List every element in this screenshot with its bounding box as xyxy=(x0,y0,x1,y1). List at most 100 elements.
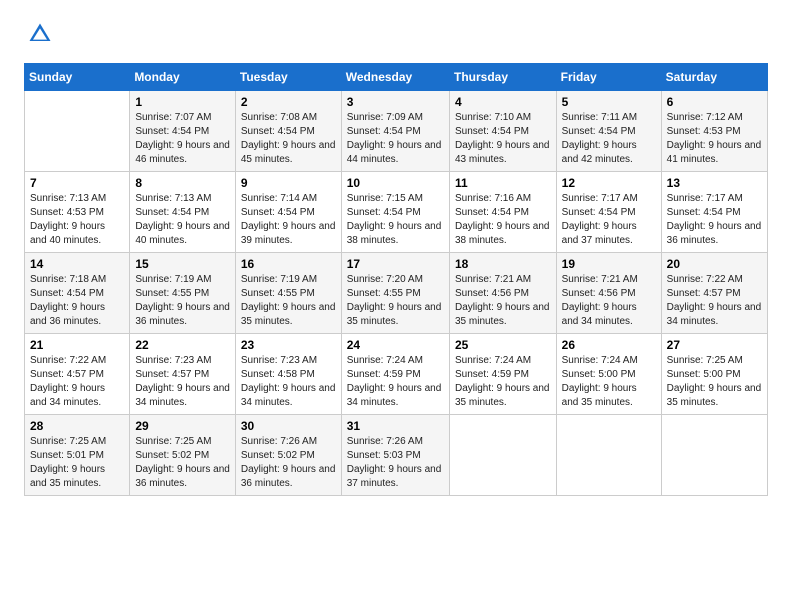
calendar-body: 1 Sunrise: 7:07 AM Sunset: 4:54 PM Daylig… xyxy=(25,91,768,496)
cell-day-number: 21 xyxy=(30,338,124,352)
calendar-cell: 3 Sunrise: 7:09 AM Sunset: 4:54 PM Daylig… xyxy=(341,91,449,172)
cell-day-number: 23 xyxy=(241,338,336,352)
calendar-cell xyxy=(25,91,130,172)
cell-info: Sunrise: 7:26 AM Sunset: 5:03 PM Dayligh… xyxy=(347,435,444,491)
cell-day-number: 6 xyxy=(667,95,762,109)
cell-day-number: 5 xyxy=(562,95,656,109)
cell-day-number: 22 xyxy=(135,338,230,352)
calendar-cell: 4 Sunrise: 7:10 AM Sunset: 4:54 PM Daylig… xyxy=(449,91,556,172)
cell-info: Sunrise: 7:07 AM Sunset: 4:54 PM Dayligh… xyxy=(135,111,230,167)
cell-info: Sunrise: 7:25 AM Sunset: 5:01 PM Dayligh… xyxy=(30,435,124,491)
calendar-cell: 19 Sunrise: 7:21 AM Sunset: 4:56 PM Dayli… xyxy=(556,253,661,334)
calendar-row-0: 1 Sunrise: 7:07 AM Sunset: 4:54 PM Daylig… xyxy=(25,91,768,172)
cell-info: Sunrise: 7:10 AM Sunset: 4:54 PM Dayligh… xyxy=(455,111,551,167)
cell-day-number: 15 xyxy=(135,257,230,271)
calendar-table: SundayMondayTuesdayWednesdayThursdayFrid… xyxy=(24,63,768,496)
cell-info: Sunrise: 7:13 AM Sunset: 4:53 PM Dayligh… xyxy=(30,192,124,248)
cell-info: Sunrise: 7:20 AM Sunset: 4:55 PM Dayligh… xyxy=(347,273,444,329)
calendar-cell: 15 Sunrise: 7:19 AM Sunset: 4:55 PM Dayli… xyxy=(130,253,236,334)
calendar-row-1: 7Sunrise: 7:13 AM Sunset: 4:53 PM Daylig… xyxy=(25,172,768,253)
calendar-cell: 25 Sunrise: 7:24 AM Sunset: 4:59 PM Dayli… xyxy=(449,334,556,415)
cell-info: Sunrise: 7:22 AM Sunset: 4:57 PM Dayligh… xyxy=(667,273,762,329)
cell-info: Sunrise: 7:19 AM Sunset: 4:55 PM Dayligh… xyxy=(241,273,336,329)
cell-day-number: 31 xyxy=(347,419,444,433)
calendar-cell: 10 Sunrise: 7:15 AM Sunset: 4:54 PM Dayli… xyxy=(341,172,449,253)
logo xyxy=(24,20,56,53)
calendar-row-2: 14Sunrise: 7:18 AM Sunset: 4:54 PM Dayli… xyxy=(25,253,768,334)
calendar-cell: 7Sunrise: 7:13 AM Sunset: 4:53 PM Daylig… xyxy=(25,172,130,253)
cell-day-number: 18 xyxy=(455,257,551,271)
calendar-cell: 14Sunrise: 7:18 AM Sunset: 4:54 PM Dayli… xyxy=(25,253,130,334)
cell-info: Sunrise: 7:15 AM Sunset: 4:54 PM Dayligh… xyxy=(347,192,444,248)
calendar-header: SundayMondayTuesdayWednesdayThursdayFrid… xyxy=(25,64,768,91)
calendar-cell: 12 Sunrise: 7:17 AM Sunset: 4:54 PM Dayli… xyxy=(556,172,661,253)
cell-day-number: 26 xyxy=(562,338,656,352)
cell-day-number: 13 xyxy=(667,176,762,190)
calendar-cell: 22 Sunrise: 7:23 AM Sunset: 4:57 PM Dayli… xyxy=(130,334,236,415)
cell-info: Sunrise: 7:21 AM Sunset: 4:56 PM Dayligh… xyxy=(562,273,656,329)
cell-info: Sunrise: 7:19 AM Sunset: 4:55 PM Dayligh… xyxy=(135,273,230,329)
cell-day-number: 12 xyxy=(562,176,656,190)
page-header xyxy=(24,20,768,53)
header-row: SundayMondayTuesdayWednesdayThursdayFrid… xyxy=(25,64,768,91)
cell-day-number: 29 xyxy=(135,419,230,433)
calendar-cell: 29 Sunrise: 7:25 AM Sunset: 5:02 PM Dayli… xyxy=(130,415,236,496)
cell-day-number: 16 xyxy=(241,257,336,271)
cell-day-number: 24 xyxy=(347,338,444,352)
calendar-cell xyxy=(661,415,767,496)
cell-info: Sunrise: 7:23 AM Sunset: 4:58 PM Dayligh… xyxy=(241,354,336,410)
col-header-monday: Monday xyxy=(130,64,236,91)
calendar-cell: 17 Sunrise: 7:20 AM Sunset: 4:55 PM Dayli… xyxy=(341,253,449,334)
cell-info: Sunrise: 7:24 AM Sunset: 4:59 PM Dayligh… xyxy=(455,354,551,410)
cell-info: Sunrise: 7:26 AM Sunset: 5:02 PM Dayligh… xyxy=(241,435,336,491)
col-header-wednesday: Wednesday xyxy=(341,64,449,91)
cell-day-number: 19 xyxy=(562,257,656,271)
calendar-cell: 11 Sunrise: 7:16 AM Sunset: 4:54 PM Dayli… xyxy=(449,172,556,253)
calendar-cell: 8Sunrise: 7:13 AM Sunset: 4:54 PM Daylig… xyxy=(130,172,236,253)
cell-info: Sunrise: 7:16 AM Sunset: 4:54 PM Dayligh… xyxy=(455,192,551,248)
cell-day-number: 28 xyxy=(30,419,124,433)
cell-day-number: 2 xyxy=(241,95,336,109)
calendar-cell: 24Sunrise: 7:24 AM Sunset: 4:59 PM Dayli… xyxy=(341,334,449,415)
col-header-friday: Friday xyxy=(556,64,661,91)
calendar-cell: 28 Sunrise: 7:25 AM Sunset: 5:01 PM Dayli… xyxy=(25,415,130,496)
cell-day-number: 30 xyxy=(241,419,336,433)
calendar-row-3: 21Sunrise: 7:22 AM Sunset: 4:57 PM Dayli… xyxy=(25,334,768,415)
col-header-thursday: Thursday xyxy=(449,64,556,91)
cell-info: Sunrise: 7:09 AM Sunset: 4:54 PM Dayligh… xyxy=(347,111,444,167)
calendar-cell: 31 Sunrise: 7:26 AM Sunset: 5:03 PM Dayli… xyxy=(341,415,449,496)
cell-day-number: 11 xyxy=(455,176,551,190)
col-header-saturday: Saturday xyxy=(661,64,767,91)
calendar-cell: 20Sunrise: 7:22 AM Sunset: 4:57 PM Dayli… xyxy=(661,253,767,334)
calendar-cell: 30 Sunrise: 7:26 AM Sunset: 5:02 PM Dayli… xyxy=(235,415,341,496)
calendar-cell: 2 Sunrise: 7:08 AM Sunset: 4:54 PM Daylig… xyxy=(235,91,341,172)
cell-info: Sunrise: 7:23 AM Sunset: 4:57 PM Dayligh… xyxy=(135,354,230,410)
cell-info: Sunrise: 7:08 AM Sunset: 4:54 PM Dayligh… xyxy=(241,111,336,167)
cell-day-number: 9 xyxy=(241,176,336,190)
calendar-cell: 5 Sunrise: 7:11 AM Sunset: 4:54 PM Daylig… xyxy=(556,91,661,172)
cell-info: Sunrise: 7:11 AM Sunset: 4:54 PM Dayligh… xyxy=(562,111,656,167)
calendar-cell: 27 Sunrise: 7:25 AM Sunset: 5:00 PM Dayli… xyxy=(661,334,767,415)
cell-day-number: 1 xyxy=(135,95,230,109)
cell-info: Sunrise: 7:24 AM Sunset: 5:00 PM Dayligh… xyxy=(562,354,656,410)
calendar-row-4: 28 Sunrise: 7:25 AM Sunset: 5:01 PM Dayli… xyxy=(25,415,768,496)
calendar-cell: 21Sunrise: 7:22 AM Sunset: 4:57 PM Dayli… xyxy=(25,334,130,415)
cell-info: Sunrise: 7:17 AM Sunset: 4:54 PM Dayligh… xyxy=(562,192,656,248)
cell-day-number: 17 xyxy=(347,257,444,271)
calendar-cell xyxy=(556,415,661,496)
calendar-cell: 26 Sunrise: 7:24 AM Sunset: 5:00 PM Dayli… xyxy=(556,334,661,415)
cell-day-number: 8 xyxy=(135,176,230,190)
cell-info: Sunrise: 7:14 AM Sunset: 4:54 PM Dayligh… xyxy=(241,192,336,248)
cell-day-number: 3 xyxy=(347,95,444,109)
calendar-cell: 23 Sunrise: 7:23 AM Sunset: 4:58 PM Dayli… xyxy=(235,334,341,415)
cell-info: Sunrise: 7:25 AM Sunset: 5:00 PM Dayligh… xyxy=(667,354,762,410)
cell-day-number: 4 xyxy=(455,95,551,109)
cell-info: Sunrise: 7:25 AM Sunset: 5:02 PM Dayligh… xyxy=(135,435,230,491)
col-header-tuesday: Tuesday xyxy=(235,64,341,91)
calendar-cell: 1 Sunrise: 7:07 AM Sunset: 4:54 PM Daylig… xyxy=(130,91,236,172)
cell-day-number: 10 xyxy=(347,176,444,190)
col-header-sunday: Sunday xyxy=(25,64,130,91)
cell-info: Sunrise: 7:12 AM Sunset: 4:53 PM Dayligh… xyxy=(667,111,762,167)
cell-day-number: 25 xyxy=(455,338,551,352)
cell-day-number: 27 xyxy=(667,338,762,352)
